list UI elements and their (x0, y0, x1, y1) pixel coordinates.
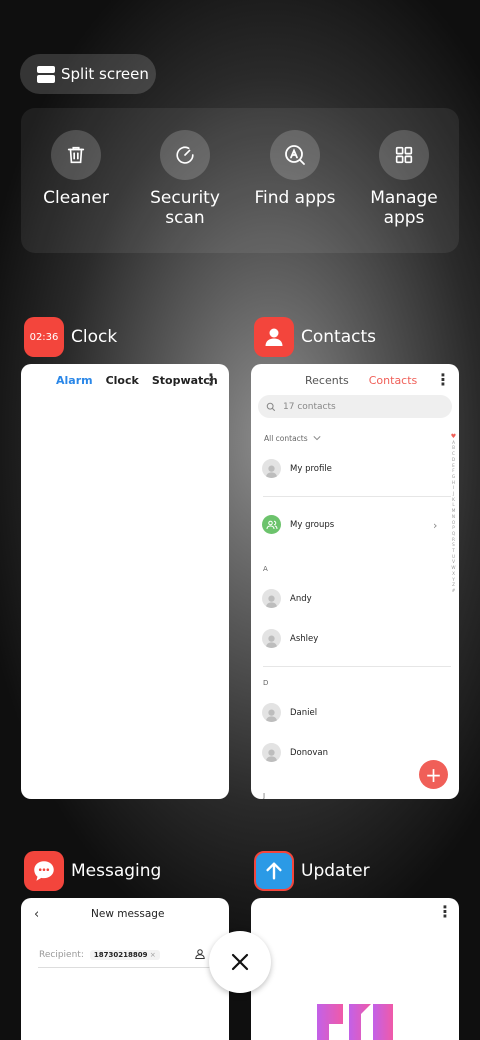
avatar (262, 703, 281, 722)
section-header-d: D (263, 679, 269, 687)
search-placeholder: 17 contacts (283, 401, 336, 412)
security-scan-label: Security scan (150, 188, 220, 228)
tab-recents[interactable]: Recents (305, 374, 349, 387)
divider (263, 666, 451, 667)
my-profile-row[interactable]: My profile (262, 459, 332, 478)
tab-clock[interactable]: Clock (106, 374, 139, 387)
contacts-app-title: Contacts (301, 327, 376, 347)
alphabet-index-scrollbar[interactable]: ♥ A B C D E F G H I J K L M N O P Q R S … (450, 434, 457, 594)
avatar (262, 459, 281, 478)
contact-row-andy[interactable]: Andy (262, 589, 312, 608)
close-icon (231, 953, 249, 971)
contacts-search-input[interactable]: 17 contacts (258, 395, 452, 418)
section-header-a: A (263, 565, 268, 573)
new-message-title: New message (91, 908, 165, 920)
updater-app-card[interactable]: ⋮ (251, 898, 459, 1040)
split-screen-icon (37, 65, 55, 83)
group-icon (262, 515, 281, 534)
manage-apps-label: Manage apps (370, 188, 438, 228)
more-options-icon[interactable]: ⋮ (203, 370, 219, 389)
add-contact-button[interactable]: + (419, 760, 448, 789)
clock-app-icon: 02:36 (24, 317, 64, 357)
search-icon (266, 402, 276, 411)
chevron-down-icon (313, 436, 321, 441)
recipient-field[interactable]: Recipient: 18730218809 × (39, 950, 211, 960)
cleaner-label: Cleaner (43, 188, 109, 208)
clock-app-card[interactable]: Alarm Clock Stopwatch ⋮ (21, 364, 229, 799)
security-scan-tool[interactable]: Security scan (130, 130, 240, 228)
gauge-icon (160, 130, 210, 180)
more-options-icon[interactable]: ⋮ (435, 370, 451, 389)
contact-name: Donovan (290, 747, 328, 758)
updater-app-header[interactable]: Updater (254, 851, 370, 891)
recipient-number: 18730218809 (93, 951, 148, 959)
find-apps-label: Find apps (254, 188, 336, 208)
more-options-icon[interactable]: ⋮ (437, 902, 453, 921)
avatar (262, 629, 281, 648)
contacts-app-header[interactable]: Contacts (254, 317, 376, 357)
contact-name: Daniel (290, 707, 318, 718)
updater-app-title: Updater (301, 861, 370, 881)
cleaner-tool[interactable]: Cleaner (21, 130, 131, 208)
divider (263, 496, 451, 497)
my-groups-row[interactable]: My groups (262, 515, 334, 534)
split-screen-label: Split screen (61, 65, 149, 83)
avatar (262, 743, 281, 762)
contact-name: Ashley (290, 633, 319, 644)
chevron-right-icon: › (433, 519, 438, 532)
contact-picker-icon[interactable] (194, 948, 206, 960)
contacts-app-card[interactable]: Recents Contacts ⋮ 17 contacts All conta… (251, 364, 459, 799)
recipient-chip[interactable]: 18730218809 × (89, 950, 160, 960)
trash-icon (51, 130, 101, 180)
contact-row-donovan[interactable]: Donovan (262, 743, 328, 762)
recipient-label: Recipient: (39, 950, 84, 960)
version-logo-icon (317, 1004, 393, 1040)
grid-icon (379, 130, 429, 180)
messaging-app-header[interactable]: Messaging (24, 851, 161, 891)
messaging-app-title: Messaging (71, 861, 162, 881)
search-app-icon (270, 130, 320, 180)
clock-tabs: Alarm Clock Stopwatch (56, 374, 218, 387)
chip-remove-icon[interactable]: × (150, 951, 156, 959)
updater-app-icon (254, 851, 294, 891)
contacts-filter-label: All contacts (264, 434, 308, 443)
back-arrow-icon[interactable]: ‹ (34, 907, 39, 922)
tab-alarm[interactable]: Alarm (56, 374, 93, 387)
messaging-app-icon (24, 851, 64, 891)
my-groups-label: My groups (290, 519, 335, 530)
section-header-next: J (263, 792, 266, 799)
contact-name: Andy (290, 593, 312, 604)
index-letter: # (451, 587, 456, 593)
quick-tools-panel: Cleaner Security scan Find apps Manage a… (21, 108, 459, 253)
recipient-underline (38, 967, 221, 968)
split-screen-button[interactable]: Split screen (20, 54, 156, 94)
tab-contacts[interactable]: Contacts (369, 374, 418, 387)
contact-row-daniel[interactable]: Daniel (262, 703, 317, 722)
contacts-app-icon (254, 317, 294, 357)
contacts-filter[interactable]: All contacts (264, 434, 321, 443)
avatar (262, 589, 281, 608)
plus-icon: + (425, 762, 442, 787)
manage-apps-tool[interactable]: Manage apps (349, 130, 459, 228)
contacts-tabs: Recents Contacts (305, 374, 417, 387)
contact-row-ashley[interactable]: Ashley (262, 629, 318, 648)
clear-all-button[interactable] (209, 931, 271, 993)
clock-app-header[interactable]: 02:36 Clock (24, 317, 117, 357)
clock-app-title: Clock (71, 327, 118, 347)
my-profile-label: My profile (290, 463, 332, 474)
messaging-app-card[interactable]: ‹ New message Recipient: 18730218809 × (21, 898, 229, 1040)
find-apps-tool[interactable]: Find apps (240, 130, 350, 208)
